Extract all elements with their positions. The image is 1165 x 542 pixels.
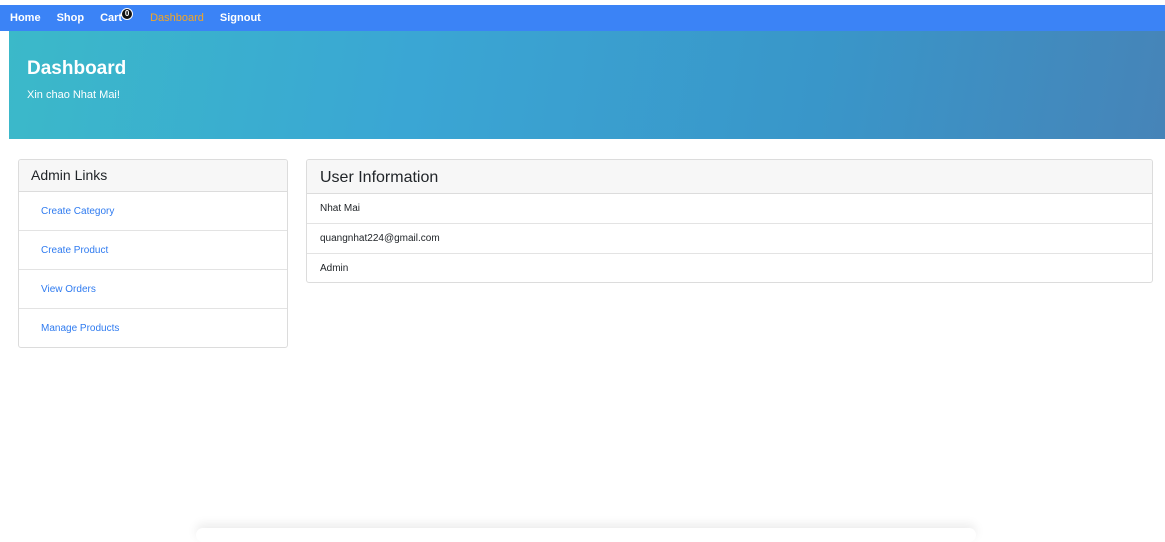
user-email-row: quangnhat224@gmail.com xyxy=(307,224,1152,254)
nav-home-link[interactable]: Home xyxy=(10,12,41,24)
nav-cart-label: Cart xyxy=(100,11,123,24)
user-role-row: Admin xyxy=(320,263,349,274)
footer-edge xyxy=(196,528,976,542)
dashboard-banner: Dashboard Xin chao Nhat Mai! xyxy=(9,31,1165,139)
page-title: Dashboard xyxy=(27,58,127,79)
nav-shop-link[interactable]: Shop xyxy=(57,12,85,24)
greeting-text: Xin chao Nhat Mai! xyxy=(27,89,120,101)
nav-signout-link[interactable]: Signout xyxy=(220,12,261,24)
create-product-link[interactable]: Create Product xyxy=(19,231,287,270)
admin-links-card: Admin Links Create Category Create Produ… xyxy=(18,159,288,348)
user-name-row: Nhat Mai xyxy=(307,194,1152,224)
nav-cart-link[interactable]: Cart 0 xyxy=(100,7,134,25)
cart-count-badge: 0 xyxy=(121,7,134,20)
top-navbar: Home Shop Cart 0 Dashboard Signout xyxy=(0,5,1165,31)
admin-links-list: Create Category Create Product View Orde… xyxy=(19,192,287,347)
admin-links-header: Admin Links xyxy=(19,160,287,192)
nav-dashboard-link[interactable]: Dashboard xyxy=(150,12,204,24)
manage-products-link[interactable]: Manage Products xyxy=(19,309,287,347)
user-information-list: Nhat Mai quangnhat224@gmail.com Admin xyxy=(307,194,1152,282)
create-category-link[interactable]: Create Category xyxy=(19,192,287,231)
user-information-header: User Information xyxy=(307,160,1152,194)
view-orders-link[interactable]: View Orders xyxy=(19,270,287,309)
user-information-card: User Information Nhat Mai quangnhat224@g… xyxy=(306,159,1153,283)
